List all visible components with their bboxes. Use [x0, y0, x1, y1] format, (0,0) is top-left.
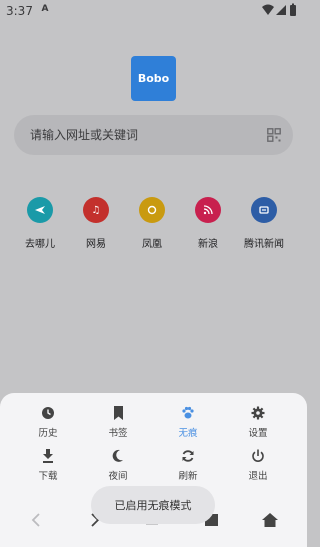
quick-site-label: 新浪: [198, 239, 218, 250]
menu-item-label: 下载: [38, 471, 58, 482]
back-icon[interactable]: [27, 512, 47, 528]
quick-site-label: 凤凰: [142, 239, 162, 250]
quick-site-label: 去哪儿: [25, 239, 55, 250]
menu-item-label: 刷新: [178, 471, 198, 482]
qr-scan-icon[interactable]: [267, 128, 281, 142]
menu-item-label: 无痕: [178, 428, 198, 439]
menu-item-settings[interactable]: 设置: [228, 405, 288, 439]
menu-item-label: 夜间: [108, 471, 128, 482]
menu-item-history[interactable]: 历史: [18, 405, 78, 439]
home-icon[interactable]: [260, 512, 280, 528]
bookmark-icon: [88, 405, 148, 421]
quick-site-ifeng[interactable]: 凤凰: [122, 197, 182, 250]
menu-item-label: 退出: [248, 471, 268, 482]
toast-message: 已启用无痕模式: [91, 486, 215, 524]
download-icon: [18, 448, 78, 464]
menu-item-night-mode[interactable]: 夜间: [88, 448, 148, 482]
quick-site-sina[interactable]: 新浪: [178, 197, 238, 250]
sim-icon: A: [41, 4, 49, 14]
quick-site-qunar[interactable]: 去哪儿: [10, 197, 70, 250]
menu-item-label: 历史: [38, 428, 58, 439]
phoenix-icon: [139, 197, 165, 223]
logo-text: Bobo: [137, 72, 170, 85]
status-bar: 3:37 A: [0, 0, 307, 22]
menu-item-incognito[interactable]: 无痕: [158, 405, 218, 439]
plane-icon: [27, 197, 53, 223]
quick-site-netease[interactable]: ♫ 网易: [66, 197, 126, 250]
music-icon: ♫: [83, 197, 109, 223]
menu-item-refresh[interactable]: 刷新: [158, 448, 218, 482]
status-time: 3:37: [6, 4, 33, 18]
search-input[interactable]: [30, 115, 260, 155]
quick-site-tencent-news[interactable]: 腾讯新闻: [234, 197, 294, 250]
rss-icon: [195, 197, 221, 223]
menu-item-label: 设置: [248, 428, 268, 439]
refresh-icon: [158, 448, 218, 464]
app-logo: Bobo: [131, 56, 176, 101]
menu-item-label: 书签: [108, 428, 128, 439]
paw-icon: [158, 405, 218, 421]
quick-site-label: 网易: [86, 239, 106, 250]
menu-item-downloads[interactable]: 下载: [18, 448, 78, 482]
clock-icon: [18, 405, 78, 421]
quick-site-label: 腾讯新闻: [244, 239, 284, 250]
search-bar[interactable]: [14, 115, 293, 155]
gear-icon: [228, 405, 288, 421]
news-icon: [251, 197, 277, 223]
menu-item-bookmarks[interactable]: 书签: [88, 405, 148, 439]
power-icon: [228, 448, 288, 464]
moon-icon: [88, 448, 148, 464]
wifi-signal-battery-icon: [262, 3, 296, 16]
toast-text: 已启用无痕模式: [114, 499, 192, 512]
menu-item-exit[interactable]: 退出: [228, 448, 288, 482]
